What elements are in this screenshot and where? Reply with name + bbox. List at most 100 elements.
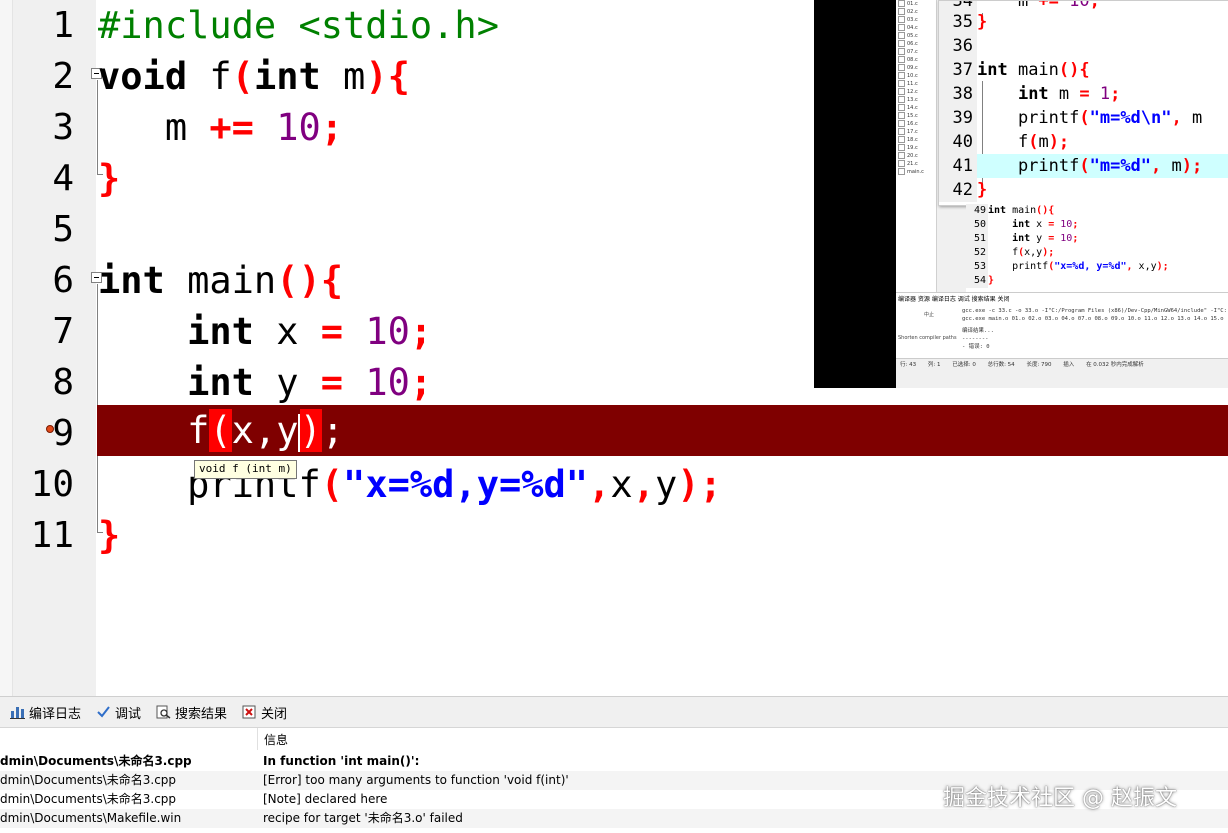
code-line-6[interactable]: int main(){	[98, 255, 343, 306]
watermark: 掘金技术社区 @ 赵振文	[943, 786, 1177, 811]
code-line-3[interactable]: m += 10;	[98, 102, 343, 153]
output-tab-bar: 编译日志 调试 搜索结果 关闭	[0, 697, 1228, 728]
embedded-log-line: 编译结果...	[962, 328, 994, 334]
embedded-code-line: 40 f(m);	[939, 130, 1228, 154]
tree-item: 01.c	[898, 0, 918, 8]
embedded-tabs: 编译器 资源 编译日志 调试 搜索结果 关闭	[898, 296, 1010, 303]
tree-item: 07.c	[898, 48, 918, 56]
tree-item: 11.c	[898, 80, 918, 88]
status-item: 插入	[1063, 362, 1075, 368]
tree-item: 02.c	[898, 8, 918, 16]
embedded-editor: 34 m += 10; 35} 36 37 int main(){ 38 int …	[938, 0, 1228, 206]
line-number: 11	[30, 515, 74, 556]
code-line-9[interactable]: f(x,y);	[98, 405, 344, 456]
editor-margin-strip	[0, 0, 13, 696]
info-column-header[interactable]: 信息	[257, 728, 1228, 750]
embedded-log-line: gcc.exe main.o 01.o 02.o 03.o 04.o 07.o …	[962, 316, 1224, 322]
line-number: 7	[52, 311, 74, 352]
code-line-2[interactable]: void f(int m){	[98, 51, 410, 102]
embedded-abort-button: 中止	[924, 312, 935, 318]
embedded-code-line-current: 41 printf("m=%d", m);	[939, 154, 1228, 178]
tree-item: 19.c	[898, 144, 918, 152]
line-number: 6	[52, 260, 74, 301]
embedded-log-line: gcc.exe -c 33.c -o 33.o -I"C:/Program Fi…	[962, 308, 1227, 314]
status-item: 已选择: 0	[952, 362, 976, 368]
code-line-1[interactable]: #include <stdio.h>	[98, 0, 499, 51]
line-number: 3	[52, 107, 74, 148]
tree-item: 17.c	[898, 128, 918, 136]
line-number-gutter: 1 2 3 4 5 6 7 8 9 10 11	[13, 0, 103, 696]
status-item: 在 0.032 秒内完成解析	[1086, 362, 1144, 368]
embedded-ide-window: 01.c 02.c 03.c 04.c 05.c 06.c 07.c 08.c …	[896, 0, 1228, 388]
line-number: 5	[52, 209, 74, 250]
embedded-code-line: 35}	[939, 10, 1228, 34]
tree-item: 21.c	[898, 160, 918, 168]
embedded-code-line: 38 int m = 1;	[939, 82, 1228, 106]
line-number: 9	[52, 413, 74, 454]
tab-search-results[interactable]: 搜索结果	[156, 697, 227, 727]
embedded-project-tree: 01.c 02.c 03.c 04.c 05.c 06.c 07.c 08.c …	[896, 0, 937, 292]
line-number: 2	[52, 56, 74, 97]
message-file: dmin\Documents\未命名3.cpp	[0, 773, 177, 787]
tree-item: 20.c	[898, 152, 918, 160]
embedded-code-line: 42}	[939, 178, 1228, 202]
tree-item: 04.c	[898, 24, 918, 32]
tab-debug[interactable]: 调试	[96, 697, 141, 727]
tree-item: 12.c	[898, 88, 918, 96]
tree-item: main.c	[898, 168, 924, 176]
embedded-code-line: 53 printf("x=%d, y=%d", x,y);	[966, 260, 1228, 274]
code-line-8[interactable]: int y = 10;	[98, 357, 432, 408]
line-number: 1	[52, 5, 74, 46]
bar-chart-icon	[10, 707, 25, 719]
embedded-editor-secondary: 49 int main(){ 50 int x = 10; 51 int y = …	[966, 204, 1228, 292]
code-line-7[interactable]: int x = 10;	[98, 306, 432, 357]
tree-item: 09.c	[898, 64, 918, 72]
message-file: dmin\Documents\Makefile.win	[0, 811, 182, 825]
tree-item: 05.c	[898, 32, 918, 40]
tab-compile-log[interactable]: 编译日志	[10, 697, 81, 727]
embedded-code-line: 49 int main(){	[966, 204, 1228, 218]
line-number: 10	[30, 464, 74, 505]
tree-item: 08.c	[898, 56, 918, 64]
tree-item: 18.c	[898, 136, 918, 144]
checkmark-icon	[97, 706, 110, 718]
tree-item: 10.c	[898, 72, 918, 80]
tree-item: 16.c	[898, 120, 918, 128]
message-file: dmin\Documents\未命名3.cpp	[0, 754, 192, 768]
tab-close[interactable]: 关闭	[242, 697, 287, 727]
message-info: In function 'int main()':	[263, 754, 420, 768]
search-document-icon	[156, 705, 171, 719]
tree-item: 14.c	[898, 104, 918, 112]
embedded-compile-panel: 编译器 资源 编译日志 调试 搜索结果 关闭 中止 Shorten compil…	[896, 292, 1228, 363]
error-marker-icon[interactable]	[46, 425, 54, 433]
message-file: dmin\Documents\未命名3.cpp	[0, 792, 177, 806]
status-item: 行: 43	[900, 362, 917, 368]
tree-item: 06.c	[898, 40, 918, 48]
code-line-10[interactable]: printf("x=%d,y=%d",x,y);	[98, 459, 722, 510]
status-item: 列: 1	[927, 362, 941, 368]
tree-item: 13.c	[898, 96, 918, 104]
embedded-code-line: 37 int main(){	[939, 58, 1228, 82]
status-item: 长度: 790	[1026, 362, 1052, 368]
embedded-screenshot: 01.c 02.c 03.c 04.c 05.c 06.c 07.c 08.c …	[814, 0, 1228, 388]
embedded-status-bar: 行: 43 列: 1 已选择: 0 总行数: 54 长度: 790 插入 在 0…	[896, 358, 1228, 371]
column-header-label: 信息	[264, 733, 289, 747]
message-row[interactable]: dmin\Documents\未命名3.cpp In function 'int…	[0, 752, 1228, 771]
embedded-code-line: 54}	[966, 274, 1228, 288]
code-line-4[interactable]: }	[98, 153, 120, 204]
tree-item: 03.c	[898, 16, 918, 24]
code-line-11[interactable]: }	[98, 510, 120, 561]
line-number: 8	[52, 362, 74, 403]
line-number: 4	[52, 158, 74, 199]
status-item: 总行数: 54	[987, 362, 1015, 368]
tab-label: 编译日志	[29, 706, 82, 722]
function-signature-tooltip: void f (int m)	[194, 460, 297, 479]
tab-label: 关闭	[261, 706, 288, 722]
compiler-output-panel: 编译日志 调试 搜索结果 关闭 信息 dmin\Documents\未命名3.c…	[0, 696, 1228, 833]
tab-label: 搜索结果	[175, 706, 228, 722]
embedded-code-line: 39 printf("m=%d\n", m	[939, 106, 1228, 130]
tab-label: 调试	[115, 706, 142, 722]
embedded-code-line: 51 int y = 10;	[966, 232, 1228, 246]
embedded-checkbox-label: Shorten compiler paths	[898, 335, 957, 341]
tree-item: 15.c	[898, 112, 918, 120]
